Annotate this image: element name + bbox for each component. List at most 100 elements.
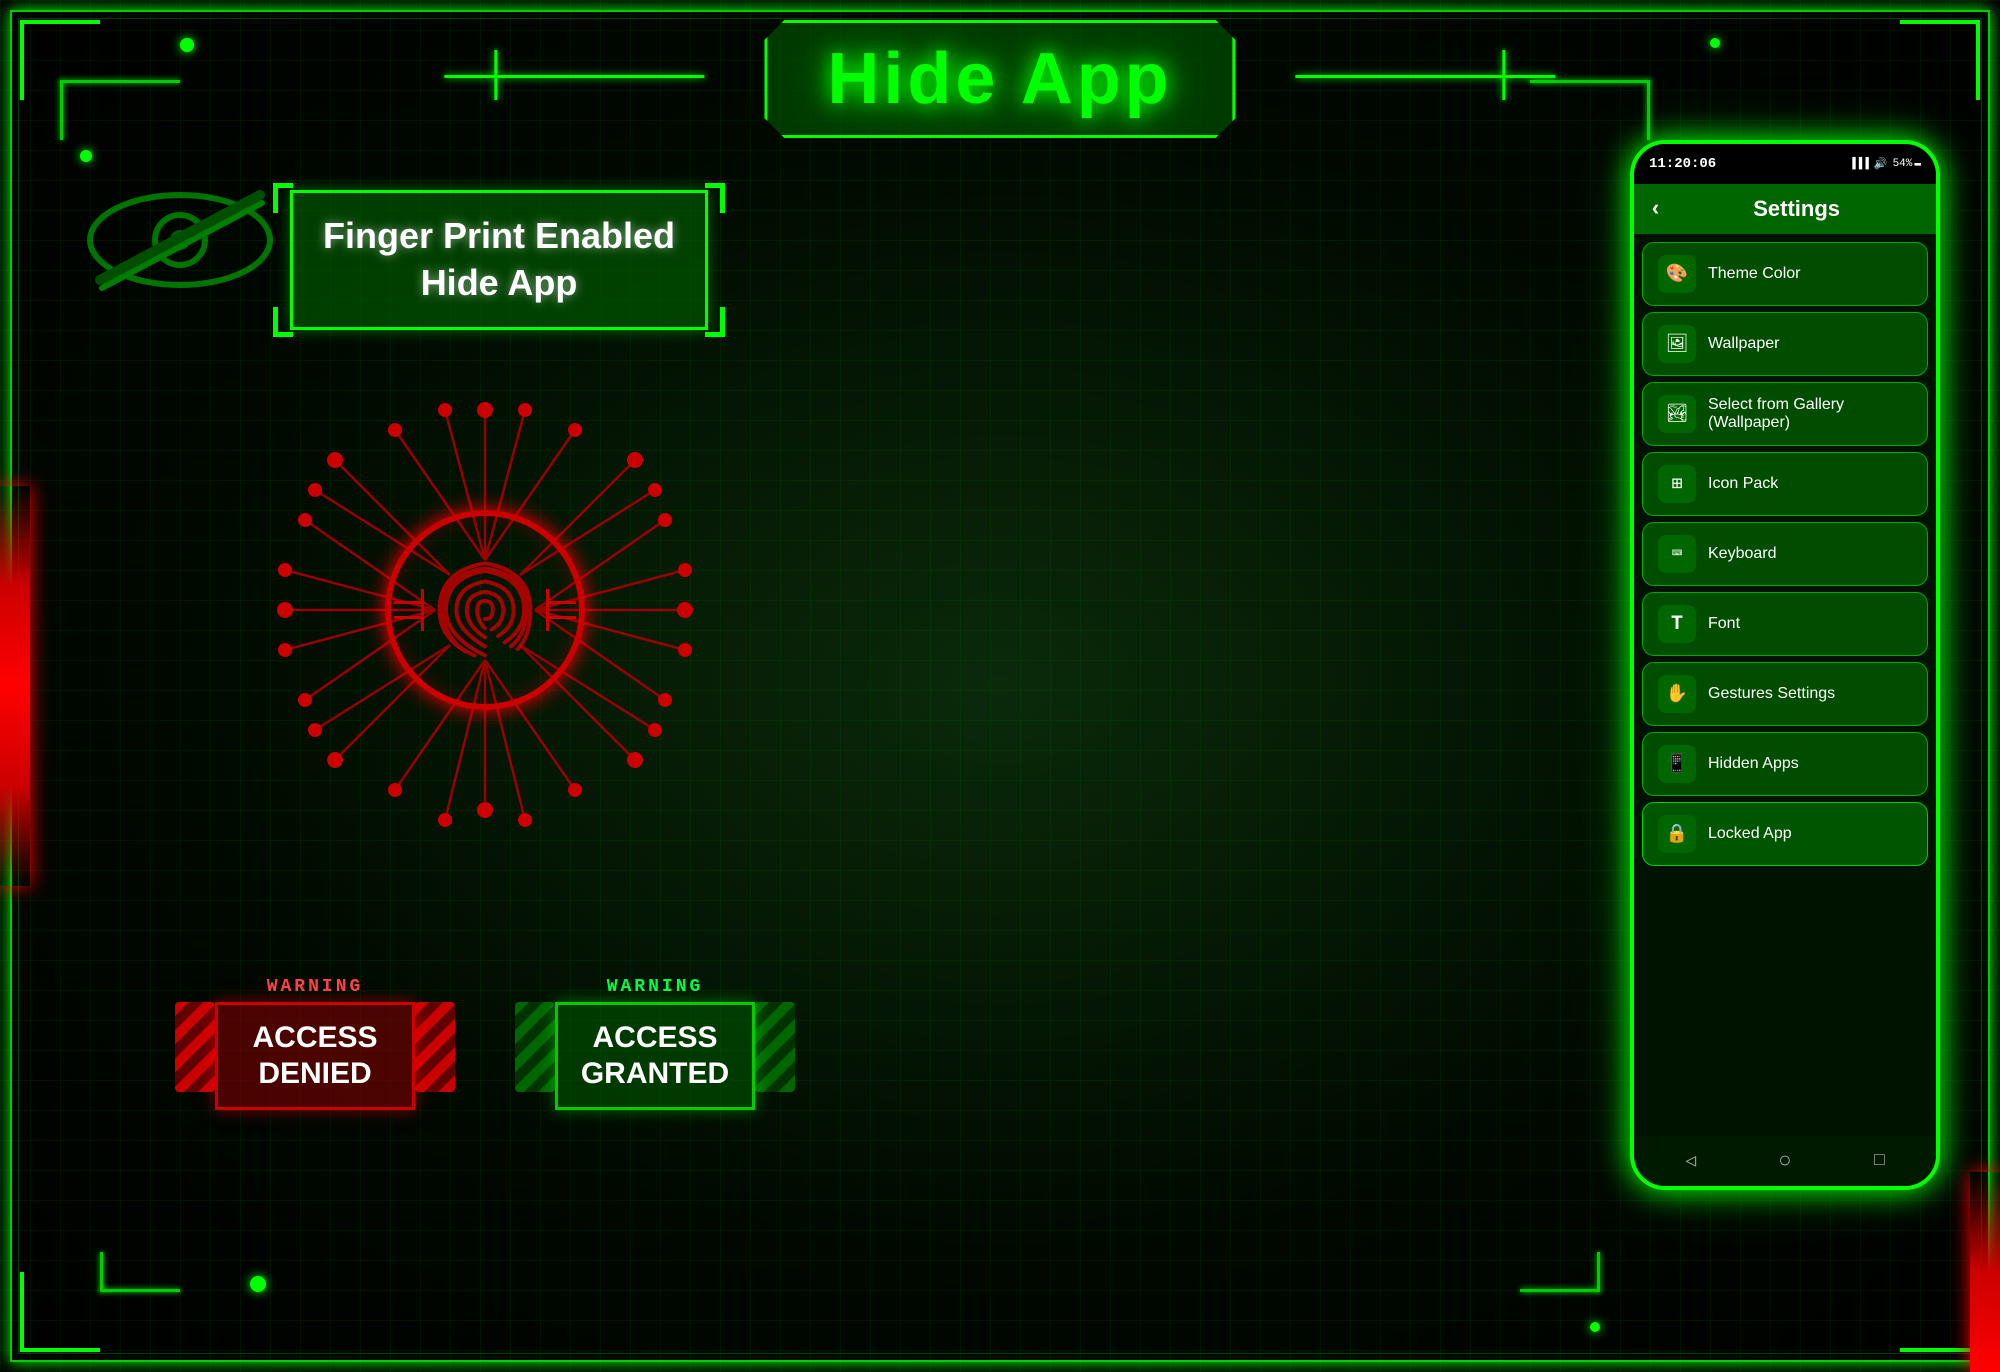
icon-pack-icon: ⊞	[1672, 473, 1683, 495]
access-denied-box: ACCESSDENIED	[215, 1002, 415, 1110]
nav-recent-button[interactable]: □	[1874, 1151, 1885, 1171]
hidden-apps-icon: 📱	[1666, 753, 1688, 775]
menu-item-font[interactable]: T Font	[1642, 592, 1928, 656]
icon-pack-label: Icon Pack	[1708, 475, 1778, 493]
keyboard-icon-box: ⌨	[1658, 535, 1696, 573]
phone-nav-bar: ◁ ○ □	[1634, 1136, 1936, 1186]
bracket-left-bottom	[273, 307, 293, 337]
left-panel: Finger Print Enabled Hide App	[60, 160, 910, 1140]
gestures-label: Gestures Settings	[1708, 685, 1835, 703]
warning-panels: WARNING ACCESSDENIED	[135, 977, 835, 1110]
locked-app-icon-box: 🔒	[1658, 815, 1696, 853]
signal-icon: ▐▐▐	[1849, 158, 1869, 170]
red-left-accent	[0, 486, 30, 886]
title-line-right	[1296, 75, 1556, 78]
menu-item-gestures[interactable]: ✋ Gestures Settings	[1642, 662, 1928, 726]
eye-icon	[80, 180, 280, 300]
glow-dot	[1710, 38, 1720, 48]
track	[100, 1252, 103, 1292]
wallpaper-icon: 🖼	[1666, 333, 1689, 355]
glow-dot	[1590, 1322, 1600, 1332]
title-track-right	[1503, 50, 1506, 100]
status-time: 11:20:06	[1649, 156, 1716, 172]
track	[60, 80, 180, 83]
back-button[interactable]: ‹	[1649, 197, 1662, 222]
gestures-icon-box: ✋	[1658, 675, 1696, 713]
red-right-accent	[1970, 1172, 2000, 1372]
scan-corner-bl	[546, 589, 576, 619]
keyboard-label: Keyboard	[1708, 545, 1777, 563]
app-title: Hide App	[827, 39, 1172, 119]
glow-dot	[180, 38, 194, 52]
hazard-right-granted	[755, 1002, 795, 1110]
menu-item-icon-pack[interactable]: ⊞ Icon Pack	[1642, 452, 1928, 516]
wifi-icon: 🔊	[1874, 157, 1888, 171]
fingerprint-label-line2: Hide App	[323, 260, 675, 307]
access-denied-panel: WARNING ACCESSDENIED	[175, 977, 455, 1110]
gallery-wallpaper-icon: 🏞	[1666, 403, 1689, 425]
settings-menu-list: 🎨 Theme Color 🖼 Wallpaper 🏞 Select from …	[1634, 234, 1936, 1136]
theme-color-icon: 🎨	[1666, 263, 1688, 285]
status-icons: ▐▐▐ 🔊 54% ▬	[1849, 157, 1921, 171]
hazard-left-denied	[175, 1002, 215, 1110]
menu-item-locked-app[interactable]: 🔒 Locked App	[1642, 802, 1928, 866]
title-track-left	[494, 50, 497, 100]
gallery-wallpaper-label: Select from Gallery (Wallpaper)	[1708, 396, 1912, 432]
phone-notch	[1745, 144, 1825, 164]
phone-container: 11:20:06 ▐▐▐ 🔊 54% ▬ ‹ Settings	[1630, 140, 1940, 1190]
font-icon-box: T	[1658, 605, 1696, 643]
access-denied-text: ACCESSDENIED	[238, 1020, 392, 1092]
track	[1520, 1289, 1600, 1292]
menu-item-wallpaper[interactable]: 🖼 Wallpaper	[1642, 312, 1928, 376]
font-label: Font	[1708, 615, 1740, 633]
battery-percent: 54%	[1893, 158, 1913, 170]
keyboard-icon: ⌨	[1672, 543, 1683, 565]
hazard-right-denied	[415, 1002, 455, 1110]
nav-home-button[interactable]: ○	[1778, 1149, 1791, 1174]
access-granted-panel: WARNING ACCESSGRANTED	[515, 977, 795, 1110]
bracket-right-bottom	[705, 307, 725, 337]
theme-color-label: Theme Color	[1708, 265, 1800, 283]
battery-icon: ▬	[1914, 158, 1921, 170]
menu-item-gallery-wallpaper[interactable]: 🏞 Select from Gallery (Wallpaper)	[1642, 382, 1928, 446]
hidden-apps-icon-box: 📱	[1658, 745, 1696, 783]
track	[1597, 1252, 1600, 1292]
nav-back-button[interactable]: ◁	[1685, 1150, 1696, 1172]
fingerprint-scanner	[235, 360, 735, 860]
phone-frame: 11:20:06 ▐▐▐ 🔊 54% ▬ ‹ Settings	[1630, 140, 1940, 1190]
track	[1647, 80, 1650, 140]
access-granted-box: ACCESSGRANTED	[555, 1002, 755, 1110]
title-container: Hide App	[764, 20, 1235, 138]
access-granted-text: ACCESSGRANTED	[578, 1020, 732, 1092]
corner-bl	[20, 1272, 100, 1352]
icon-pack-icon-box: ⊞	[1658, 465, 1696, 503]
locked-app-icon: 🔒	[1666, 823, 1688, 845]
track	[100, 1289, 180, 1292]
phone-screen: 11:20:06 ▐▐▐ 🔊 54% ▬ ‹ Settings	[1634, 144, 1936, 1186]
warning-granted-label: WARNING	[515, 977, 795, 997]
font-icon: T	[1671, 613, 1683, 636]
gallery-wallpaper-icon-box: 🏞	[1658, 395, 1696, 433]
battery-indicator: 54% ▬	[1893, 158, 1921, 170]
warning-denied-label: WARNING	[175, 977, 455, 997]
hidden-apps-label: Hidden Apps	[1708, 755, 1799, 773]
fingerprint-print-icon	[420, 545, 550, 675]
title-box: Hide App	[764, 20, 1235, 138]
title-line-left	[444, 75, 704, 78]
gestures-icon: ✋	[1666, 683, 1688, 705]
bracket-right-top	[705, 183, 725, 213]
fingerprint-label-box: Finger Print Enabled Hide App	[290, 190, 708, 330]
locked-app-label: Locked App	[1708, 825, 1792, 843]
menu-item-hidden-apps[interactable]: 📱 Hidden Apps	[1642, 732, 1928, 796]
track	[60, 80, 63, 140]
corner-tr	[1900, 20, 1980, 100]
settings-header: ‹ Settings	[1634, 184, 1936, 234]
theme-color-icon-box: 🎨	[1658, 255, 1696, 293]
glow-dot	[250, 1276, 266, 1292]
fingerprint-label-line1: Finger Print Enabled	[323, 213, 675, 260]
bracket-left-top	[273, 183, 293, 213]
menu-item-keyboard[interactable]: ⌨ Keyboard	[1642, 522, 1928, 586]
menu-item-theme-color[interactable]: 🎨 Theme Color	[1642, 242, 1928, 306]
hazard-left-granted	[515, 1002, 555, 1110]
header-title: Settings	[1672, 196, 1921, 222]
